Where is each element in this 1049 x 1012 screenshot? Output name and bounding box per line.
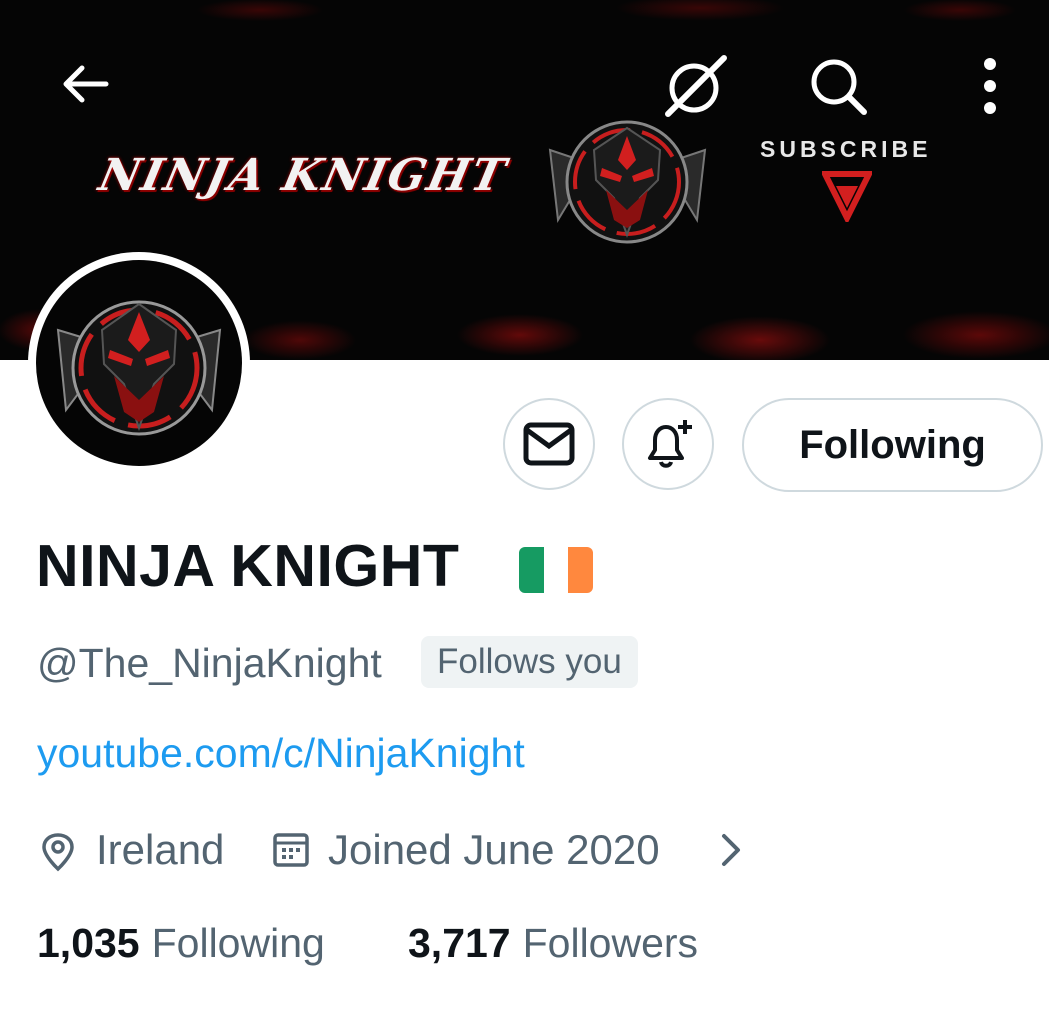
- envelope-icon: [523, 422, 575, 466]
- location-pin-icon: [42, 833, 74, 872]
- chevron-right-icon[interactable]: [716, 832, 746, 868]
- ireland-flag-icon: [519, 547, 593, 593]
- profile-avatar[interactable]: [28, 252, 250, 474]
- joined-date[interactable]: Joined June 2020: [328, 826, 660, 874]
- followers-stat[interactable]: 3,717 Followers: [408, 920, 698, 967]
- arrow-left-icon: [63, 65, 109, 103]
- avatar-image: [36, 260, 242, 466]
- user-handle: @The_NinjaKnight: [37, 640, 382, 686]
- grok-button[interactable]: [664, 54, 728, 118]
- message-button[interactable]: [503, 398, 595, 490]
- following-button[interactable]: Following: [742, 398, 1043, 492]
- bell-plus-icon: [648, 420, 692, 468]
- followers-label: Followers: [522, 920, 699, 966]
- back-button[interactable]: [52, 52, 116, 116]
- banner-title: NINJA KNIGHT: [94, 150, 512, 201]
- following-count: 1,035: [37, 920, 140, 966]
- location-text: Ireland: [96, 826, 225, 873]
- following-stat[interactable]: 1,035 Following: [37, 920, 325, 967]
- banner-top-glow: [0, 0, 1049, 40]
- search-icon: [811, 59, 867, 115]
- notifications-button[interactable]: [622, 398, 714, 490]
- follows-you-badge: Follows you: [421, 636, 638, 688]
- calendar-icon: [273, 833, 309, 867]
- subscribe-arrow-icon: [822, 171, 872, 222]
- following-label: Following: [151, 920, 325, 966]
- search-button[interactable]: [806, 54, 870, 118]
- display-name: NINJA KNIGHT: [36, 533, 460, 599]
- followers-count: 3,717: [408, 920, 511, 966]
- grok-icon: [665, 55, 727, 117]
- ninja-logo-icon: [548, 120, 707, 244]
- more-options-button[interactable]: [958, 54, 1022, 118]
- profile-website-link[interactable]: youtube.com/c/NinjaKnight: [37, 730, 525, 777]
- ninja-avatar-icon: [56, 300, 222, 436]
- more-vertical-icon: [984, 58, 996, 114]
- banner-subscribe-text: SUBSCRIBE: [760, 136, 932, 162]
